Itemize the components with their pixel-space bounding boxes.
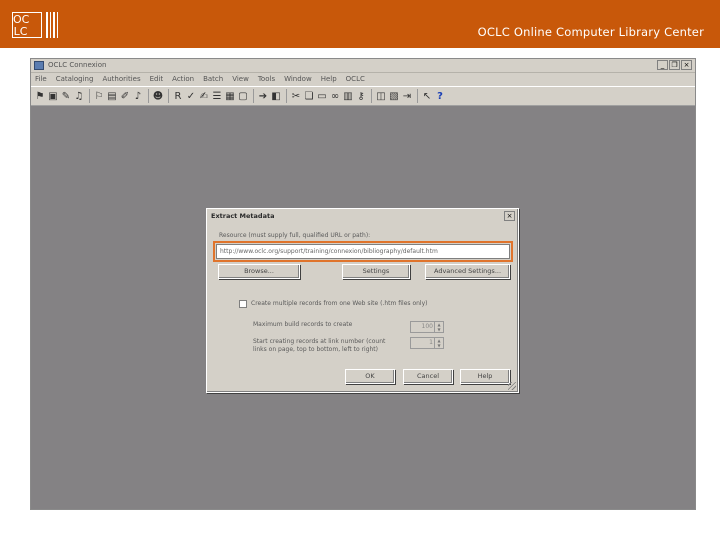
start-link-stepper[interactable]: 1 ▲ ▼ bbox=[410, 337, 444, 349]
menu-oclc[interactable]: OCLC bbox=[346, 73, 365, 85]
auth-edit-icon[interactable]: ✐ bbox=[119, 90, 131, 103]
dialog-title: Extract Metadata bbox=[211, 212, 275, 220]
pin-icon[interactable]: ✂ bbox=[290, 90, 302, 103]
cancel-button[interactable]: Cancel bbox=[403, 369, 453, 384]
toolbar-separator bbox=[253, 89, 254, 103]
bib-view-icon[interactable]: ◫ bbox=[375, 90, 387, 103]
question-icon[interactable]: ↖ bbox=[421, 90, 433, 103]
menu-help[interactable]: Help bbox=[321, 73, 337, 85]
list-icon[interactable]: ☰ bbox=[211, 90, 223, 103]
bib-icon[interactable]: ▣ bbox=[47, 90, 59, 103]
multiple-records-label: Create multiple records from one Web sit… bbox=[251, 300, 428, 307]
edit-icon[interactable]: ✎ bbox=[60, 90, 72, 103]
start-link-value: 1 bbox=[429, 339, 433, 346]
save-icon[interactable]: ♫ bbox=[73, 90, 85, 103]
menu-file[interactable]: File bbox=[35, 73, 47, 85]
window-title: OCLC Connexion bbox=[48, 61, 107, 69]
max-records-value: 100 bbox=[421, 323, 433, 330]
help-icon[interactable]: ? bbox=[434, 90, 446, 103]
auth-save-icon[interactable]: ♪ bbox=[132, 90, 144, 103]
header-title: OCLC Online Computer Library Center bbox=[477, 25, 704, 39]
ok-button[interactable]: OK bbox=[345, 369, 395, 384]
spin-arrows-icon[interactable]: ▲ ▼ bbox=[434, 322, 443, 332]
key-icon[interactable]: ⚷ bbox=[355, 90, 367, 103]
start-link-label-line2: links on page, top to bottom, left to ri… bbox=[253, 346, 379, 353]
logo-letters-bottom: LC bbox=[13, 25, 28, 38]
window-titlebar: OCLC Connexion _ ❐ × bbox=[31, 59, 695, 73]
tag-icon[interactable]: ◧ bbox=[270, 90, 282, 103]
books-icon[interactable]: ▥ bbox=[342, 90, 354, 103]
list-save-icon[interactable]: ▦ bbox=[224, 90, 236, 103]
menu-authorities[interactable]: Authorities bbox=[102, 73, 140, 85]
advanced-settings-button[interactable]: Advanced Settings... bbox=[425, 264, 510, 279]
max-records-stepper[interactable]: 100 ▲ ▼ bbox=[410, 321, 444, 333]
validate-icon[interactable]: ✓ bbox=[185, 90, 197, 103]
resize-grip[interactable] bbox=[508, 382, 516, 390]
toolbar-separator bbox=[417, 89, 418, 103]
toolbar-separator bbox=[286, 89, 287, 103]
paste-icon[interactable]: ▭ bbox=[316, 90, 328, 103]
menu-edit[interactable]: Edit bbox=[150, 73, 164, 85]
auth-icon[interactable]: ⚐ bbox=[93, 90, 105, 103]
edit-doc-icon[interactable]: ✍ bbox=[198, 90, 210, 103]
marc-view-icon[interactable]: ▧ bbox=[388, 90, 400, 103]
dialog-close-button[interactable]: × bbox=[504, 211, 515, 221]
menu-window[interactable]: Window bbox=[284, 73, 312, 85]
close-button[interactable]: × bbox=[681, 60, 692, 70]
flag-icon[interactable]: ▤ bbox=[106, 90, 118, 103]
start-link-label-line1: Start creating records at link number (c… bbox=[253, 338, 386, 345]
logo-box: OC LC bbox=[12, 12, 42, 38]
slide-header: OC LC OCLC Online Computer Library Cente… bbox=[0, 0, 720, 48]
toolbar-separator bbox=[148, 89, 149, 103]
arrow-right-icon[interactable]: ➔ bbox=[257, 90, 269, 103]
multiple-records-checkbox[interactable] bbox=[239, 300, 247, 308]
menu-tools[interactable]: Tools bbox=[258, 73, 275, 85]
toolbar-separator bbox=[371, 89, 372, 103]
menu-action[interactable]: Action bbox=[172, 73, 194, 85]
window-controls: _ ❐ × bbox=[656, 60, 692, 70]
resource-highlight bbox=[213, 241, 513, 262]
dialog-titlebar: Extract Metadata × bbox=[209, 211, 516, 222]
logo-bars bbox=[46, 12, 60, 38]
help-button[interactable]: Help bbox=[460, 369, 510, 384]
spin-arrows-icon[interactable]: ▲ ▼ bbox=[434, 338, 443, 348]
binoculars-icon[interactable]: ∞ bbox=[329, 90, 341, 103]
copy-icon[interactable]: ❏ bbox=[303, 90, 315, 103]
max-records-label: Maximum build records to create bbox=[253, 321, 353, 328]
browse-button[interactable]: Browse... bbox=[218, 264, 300, 279]
toolbar: ⚑ ▣ ✎ ♫ ⚐ ▤ ✐ ♪ ☻ R ✓ ✍ ☰ ▦ ▢ ➔ ◧ ✂ ❏ ▭ … bbox=[31, 86, 695, 106]
menu-cataloging[interactable]: Cataloging bbox=[56, 73, 94, 85]
menu-batch[interactable]: Batch bbox=[203, 73, 223, 85]
menu-view[interactable]: View bbox=[232, 73, 249, 85]
extract-metadata-dialog: Extract Metadata × Resource (must supply… bbox=[206, 208, 519, 393]
resource-label: Resource (must supply full, qualified UR… bbox=[219, 232, 371, 239]
users-icon[interactable]: ☻ bbox=[152, 90, 164, 103]
app-icon bbox=[34, 61, 44, 70]
minimize-button[interactable]: _ bbox=[657, 60, 668, 70]
restore-button[interactable]: ❐ bbox=[669, 60, 680, 70]
bracket-r-icon[interactable]: R bbox=[172, 90, 184, 103]
toolbar-separator bbox=[168, 89, 169, 103]
rotate-icon[interactable]: ⇥ bbox=[401, 90, 413, 103]
menubar: File Cataloging Authorities Edit Action … bbox=[31, 73, 695, 85]
record-icon[interactable]: ⚑ bbox=[34, 90, 46, 103]
toolbar-separator bbox=[89, 89, 90, 103]
window-icon[interactable]: ▢ bbox=[237, 90, 249, 103]
settings-button[interactable]: Settings bbox=[342, 264, 410, 279]
